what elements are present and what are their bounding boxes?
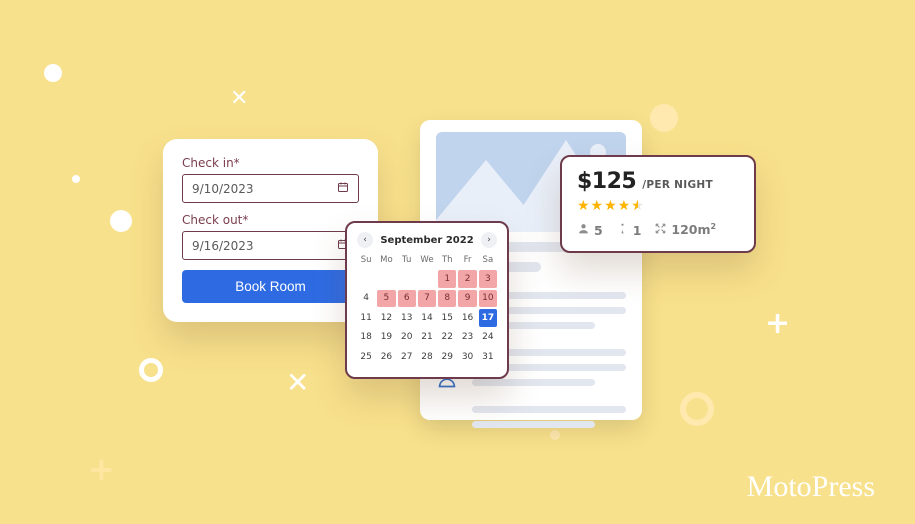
deco-dot [44,64,62,82]
book-room-button[interactable]: Book Room [182,270,359,303]
text-stub [472,406,626,413]
calendar-dow: We [418,253,436,268]
price-per: /PER NIGHT [642,179,713,191]
calendar-day [398,270,416,288]
text-stub [472,379,595,386]
rating-stars: ★★★★★★ [577,198,739,214]
calendar-grid: SuMoTuWeThFrSa12345678910111213141516171… [357,253,497,366]
calendar-day[interactable]: 16 [458,309,476,327]
check-out-value: 9/16/2023 [192,239,254,253]
calendar-card: ‹ September 2022 › SuMoTuWeThFrSa1234567… [345,221,509,379]
calendar-day[interactable]: 30 [458,348,476,366]
calendar-dow: Mo [377,253,395,268]
calendar-dow: Fr [458,253,476,268]
calendar-day[interactable]: 25 [357,348,375,366]
calendar-day[interactable]: 26 [377,348,395,366]
calendar-day[interactable]: 1 [438,270,456,288]
person-icon [577,222,590,238]
calendar-icon [337,181,349,196]
calendar-day[interactable]: 27 [398,348,416,366]
calendar-day[interactable]: 2 [458,270,476,288]
calendar-day[interactable]: 19 [377,329,395,347]
calendar-day[interactable]: 3 [479,270,497,288]
area-icon [654,222,667,238]
calendar-day[interactable]: 31 [479,348,497,366]
calendar-day[interactable]: 18 [357,329,375,347]
area-unit: m [698,223,711,238]
calendar-day[interactable]: 5 [377,290,395,308]
calendar-day [418,270,436,288]
check-out-input[interactable]: 9/16/2023 [182,231,359,260]
check-in-label: Check in* [182,156,359,170]
bed-icon [616,222,629,238]
calendar-day[interactable]: 8 [438,290,456,308]
deco-dot [72,175,80,183]
calendar-day[interactable]: 9 [458,290,476,308]
deco-dot [550,430,560,440]
deco-plus: + [765,306,790,341]
calendar-dow: Sa [479,253,497,268]
calendar-day[interactable]: 7 [418,290,436,308]
prev-month-button[interactable]: ‹ [357,232,373,248]
deco-dot [110,210,132,232]
deco-x: ✕ [230,86,248,111]
calendar-day [357,270,375,288]
check-in-input[interactable]: 9/10/2023 [182,174,359,203]
next-month-button[interactable]: › [481,232,497,248]
calendar-day[interactable]: 15 [438,309,456,327]
price-card: $125 /PER NIGHT ★★★★★★ 5 1 120m2 [560,155,756,253]
calendar-dow: Tu [398,253,416,268]
calendar-day[interactable]: 29 [438,348,456,366]
room-meta: 5 1 120m2 [577,222,739,238]
check-out-label: Check out* [182,213,359,227]
deco-x: ✕ [286,366,309,399]
price-amount: $125 [577,169,636,194]
calendar-day[interactable]: 22 [438,329,456,347]
calendar-day[interactable]: 13 [398,309,416,327]
calendar-day[interactable]: 12 [377,309,395,327]
calendar-day[interactable]: 17 [479,309,497,327]
check-in-value: 9/10/2023 [192,182,254,196]
calendar-dow: Th [438,253,456,268]
calendar-title: September 2022 [380,235,473,246]
calendar-dow: Su [357,253,375,268]
calendar-day[interactable]: 21 [418,329,436,347]
area-value: 120 [671,223,697,238]
brand-logo: MotoPress [747,470,875,504]
guests-count: 5 [594,223,603,238]
deco-ring [139,358,163,382]
calendar-day[interactable]: 11 [357,309,375,327]
calendar-day[interactable]: 4 [357,290,375,308]
calendar-day[interactable]: 14 [418,309,436,327]
calendar-day[interactable]: 10 [479,290,497,308]
deco-plus: + [88,450,115,488]
calendar-day[interactable]: 23 [458,329,476,347]
text-stub [472,421,595,428]
deco-dot [650,104,678,132]
calendar-day [377,270,395,288]
calendar-day[interactable]: 20 [398,329,416,347]
deco-ring [680,392,714,426]
beds-count: 1 [633,223,642,238]
calendar-day[interactable]: 24 [479,329,497,347]
calendar-day[interactable]: 6 [398,290,416,308]
calendar-day[interactable]: 28 [418,348,436,366]
